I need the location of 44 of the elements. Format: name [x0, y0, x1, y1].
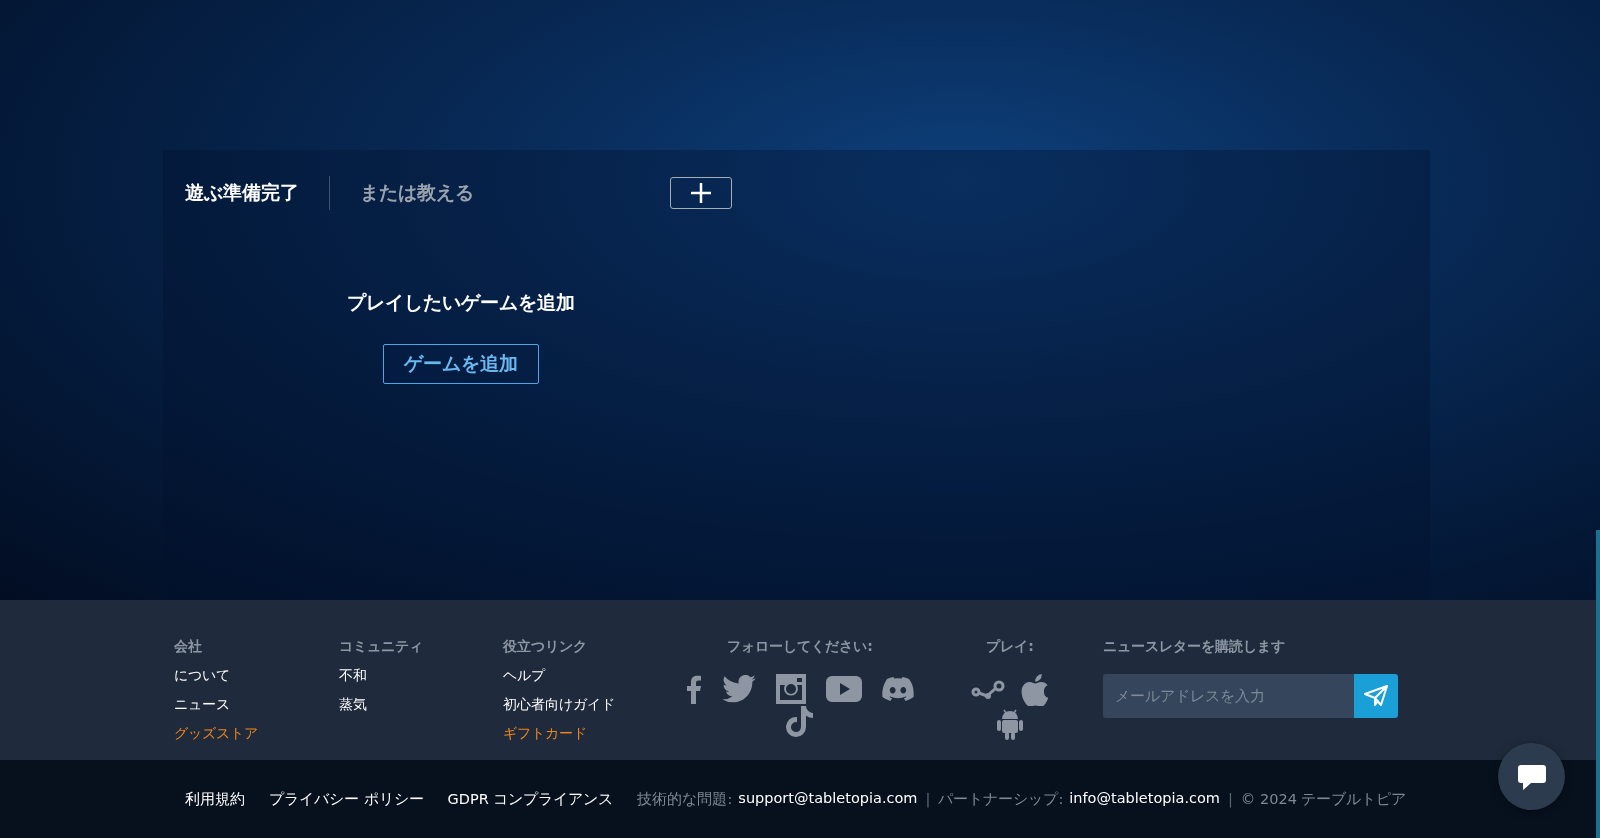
contact-label: パートナーシップ: [938, 789, 1064, 809]
twitter-icon[interactable] [722, 675, 756, 703]
column-heading: コミュニティ [339, 638, 424, 656]
email-field[interactable]: メールアドレスを入力 [1103, 674, 1354, 718]
youtube-icon[interactable] [826, 676, 862, 702]
newsletter-heading: ニュースレターを購読します [1103, 638, 1286, 656]
footer-link[interactable]: ニュース [174, 696, 339, 714]
footer-link[interactable]: 不和 [339, 667, 503, 685]
tab[interactable]: 遊ぶ準備完了 [185, 174, 299, 212]
footer-link[interactable]: について [174, 667, 339, 685]
plus-icon [690, 182, 712, 204]
steam-icon[interactable] [971, 680, 1005, 700]
footer-link[interactable]: プライバシー ポリシー [269, 789, 424, 809]
facebook-icon[interactable] [686, 674, 702, 704]
android-icon[interactable] [997, 708, 1023, 740]
speech-bubble-icon [1516, 762, 1547, 791]
copyright: © 2024 テーブルトピア [1240, 789, 1407, 809]
footer-link[interactable]: GDPR コンプライアンス [447, 789, 614, 809]
email-link[interactable]: info@tabletopia.com [1069, 789, 1220, 809]
instagram-icon[interactable] [776, 674, 806, 704]
apple-icon[interactable] [1021, 674, 1049, 706]
play-heading: プレイ: [986, 638, 1034, 656]
tab[interactable]: または教える [360, 174, 474, 212]
add-game-button[interactable]: ゲームを追加 [383, 344, 539, 384]
footer-link[interactable]: 利用規約 [185, 789, 245, 809]
email-link[interactable]: support@tabletopia.com [738, 789, 918, 809]
column-heading: 会社 [174, 638, 203, 656]
footer-link[interactable]: ギフトカード [503, 725, 675, 743]
footer-link[interactable]: 初心者向けガイド [503, 696, 675, 714]
tiktok-icon[interactable] [786, 706, 814, 738]
footer-link[interactable]: 蒸気 [339, 696, 503, 714]
follow-heading: フォローしてください: [727, 638, 873, 656]
separator: | [925, 791, 931, 807]
add-button[interactable] [670, 177, 732, 209]
contact-label: 技術的な問題: [637, 789, 733, 809]
scrollbar[interactable] [1596, 530, 1600, 838]
paper-plane-icon [1364, 685, 1388, 707]
separator: | [1227, 791, 1233, 807]
footer-link[interactable]: ヘルプ [503, 667, 675, 685]
send-button[interactable] [1354, 674, 1398, 718]
footer-link[interactable]: グッズストア [174, 725, 339, 743]
discord-icon[interactable] [882, 677, 914, 701]
column-heading: 役立つリンク [503, 638, 588, 656]
empty-state-message: プレイしたいゲームを追加 [347, 290, 575, 315]
